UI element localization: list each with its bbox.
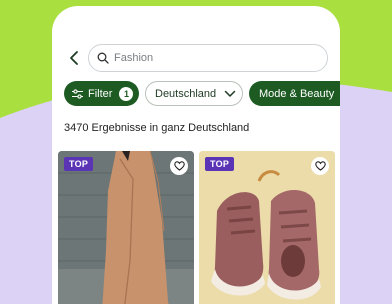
category-label: Mode & Beauty [259, 87, 335, 100]
sliders-icon [72, 88, 83, 99]
top-badge: TOP [205, 157, 235, 171]
top-badge: TOP [64, 157, 94, 171]
country-dropdown[interactable]: Deutschland [145, 81, 243, 106]
favorite-button[interactable] [311, 157, 329, 175]
heart-icon [173, 161, 185, 171]
category-chip[interactable]: Mode & Beauty [249, 81, 340, 106]
filter-chips: Filter 1 Deutschland Mode & Beauty [64, 81, 340, 107]
phone-screen: Filter 1 Deutschland Mode & Beauty 3470 … [52, 6, 340, 304]
filter-button[interactable]: Filter 1 [64, 81, 139, 106]
sneakers-photo [199, 151, 335, 304]
back-button[interactable] [64, 48, 84, 68]
search-icon [97, 52, 109, 64]
search-header [52, 44, 340, 72]
results-count: 3470 Ergebnisse in ganz Deutschland [64, 122, 250, 134]
filter-label: Filter [88, 87, 113, 100]
favorite-button[interactable] [170, 157, 188, 175]
country-label: Deutschland [155, 87, 217, 100]
listing-card[interactable]: TOP [199, 151, 335, 304]
heart-icon [314, 161, 326, 171]
filter-count-badge: 1 [119, 86, 134, 101]
listing-card[interactable]: TOP [58, 151, 194, 304]
search-input[interactable] [114, 52, 314, 64]
coat-photo [58, 151, 194, 304]
chevron-left-icon [70, 51, 78, 65]
search-bar[interactable] [88, 44, 328, 72]
chevron-down-icon [224, 90, 236, 97]
